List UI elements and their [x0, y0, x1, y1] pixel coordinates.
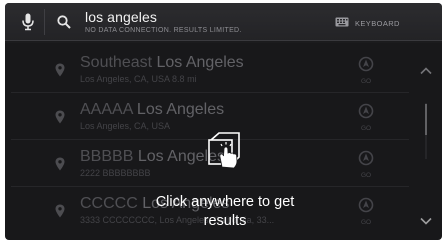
search-screen: los angeles NO DATA CONNECTION. RESULTS … [5, 3, 442, 240]
keyboard-button[interactable]: KEYBOARD [335, 16, 400, 30]
search-header: los angeles NO DATA CONNECTION. RESULTS … [5, 3, 442, 41]
limited-results-overlay[interactable]: Click anywhere to get results [5, 43, 442, 240]
header-divider [44, 9, 45, 35]
overlay-message: Click anywhere to get results [145, 193, 305, 231]
keyboard-icon [335, 14, 349, 32]
search-input[interactable]: los angeles [85, 9, 157, 25]
search-icon[interactable] [55, 13, 73, 31]
overlay-message-line1: Click anywhere to get [155, 194, 295, 210]
overlay-message-line2: results [203, 213, 247, 229]
microphone-icon[interactable] [19, 13, 37, 31]
tap-hand-icon [205, 130, 243, 170]
keyboard-label: KEYBOARD [355, 18, 400, 28]
connection-status: NO DATA CONNECTION. RESULTS LIMITED. [85, 27, 242, 34]
